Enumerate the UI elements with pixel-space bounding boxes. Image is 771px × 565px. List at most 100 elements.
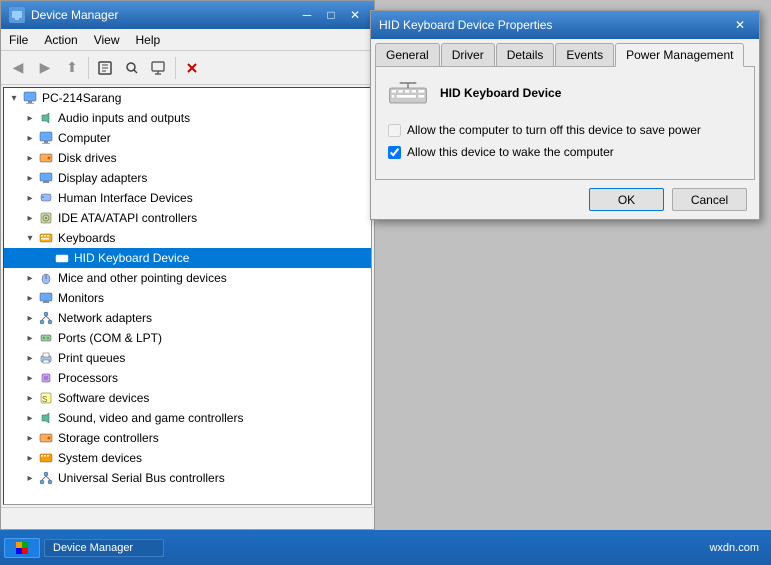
- checkbox-wake-row: Allow this device to wake the computer: [388, 145, 742, 159]
- expand-audio[interactable]: ▸: [22, 110, 38, 126]
- hid-label: Human Interface Devices: [58, 191, 193, 205]
- tree-storage[interactable]: ▸ Storage controllers: [4, 428, 371, 448]
- statusbar: [1, 507, 374, 529]
- expand-ide[interactable]: ▸: [22, 210, 38, 226]
- tab-details[interactable]: Details: [496, 43, 555, 66]
- expand-keyboards[interactable]: ▾: [22, 230, 38, 246]
- tab-events[interactable]: Events: [555, 43, 614, 66]
- checkbox-wake-label: Allow this device to wake the computer: [407, 145, 614, 159]
- tree-keyboards[interactable]: ▾ Keyboards: [4, 228, 371, 248]
- tree-processors[interactable]: ▸ Processors: [4, 368, 371, 388]
- disk-label: Disk drives: [58, 151, 117, 165]
- audio-icon: [38, 110, 54, 126]
- tree-audio[interactable]: ▸ Audio inputs and outputs: [4, 108, 371, 128]
- toolbar-up[interactable]: ⬆: [59, 55, 85, 81]
- tree-computer[interactable]: ▸ Computer: [4, 128, 371, 148]
- tree-ports[interactable]: ▸ Ports (COM & LPT): [4, 328, 371, 348]
- tree-ide[interactable]: ▸ IDE ATA/ATAPI controllers: [4, 208, 371, 228]
- toolbar-sep2: [175, 57, 176, 79]
- expand-computer[interactable]: ▸: [22, 130, 38, 146]
- computer2-icon: [38, 130, 54, 146]
- tree-usb[interactable]: ▸ Universal Serial Bus controllers: [4, 468, 371, 488]
- expand-processors[interactable]: ▸: [22, 370, 38, 386]
- toolbar-back[interactable]: ◀: [5, 55, 31, 81]
- tree-sound[interactable]: ▸ Sound, video and game controllers: [4, 408, 371, 428]
- computer-label: Computer: [58, 131, 111, 145]
- hid-icon: [38, 190, 54, 206]
- dialog-title: HID Keyboard Device Properties: [379, 18, 552, 32]
- menu-action[interactable]: Action: [36, 31, 85, 49]
- tree-hid[interactable]: ▸ Human Interface Devices: [4, 188, 371, 208]
- display-label: Display adapters: [58, 171, 147, 185]
- tree-hid-keyboard[interactable]: ▸ HID Keyboard Device: [4, 248, 371, 268]
- expand-print[interactable]: ▸: [22, 350, 38, 366]
- toolbar-scan[interactable]: [119, 55, 145, 81]
- cancel-button[interactable]: Cancel: [672, 188, 747, 211]
- checkbox-save-power-label: Allow the computer to turn off this devi…: [407, 123, 701, 137]
- tab-power-management[interactable]: Power Management: [615, 43, 744, 67]
- keyboards-label: Keyboards: [58, 231, 115, 245]
- root-label: PC-214Sarang: [42, 91, 121, 105]
- tree-mice[interactable]: ▸ Mice and other pointing devices: [4, 268, 371, 288]
- tab-general[interactable]: General: [375, 43, 440, 66]
- dialog-titlebar: HID Keyboard Device Properties ✕: [371, 11, 759, 39]
- checkbox-wake[interactable]: [388, 146, 401, 159]
- expand-system[interactable]: ▸: [22, 450, 38, 466]
- ok-button[interactable]: OK: [589, 188, 664, 211]
- toolbar-sep1: [88, 57, 89, 79]
- tree-system[interactable]: ▸ System devices: [4, 448, 371, 468]
- menu-view[interactable]: View: [86, 31, 128, 49]
- expand-software[interactable]: ▸: [22, 390, 38, 406]
- expand-storage[interactable]: ▸: [22, 430, 38, 446]
- svg-text:S: S: [42, 395, 47, 404]
- system-label: System devices: [58, 451, 142, 465]
- network-icon: [38, 310, 54, 326]
- expand-disk[interactable]: ▸: [22, 150, 38, 166]
- software-icon: S: [38, 390, 54, 406]
- storage-icon: [38, 430, 54, 446]
- ports-label: Ports (COM & LPT): [58, 331, 162, 345]
- expand-hid[interactable]: ▸: [22, 190, 38, 206]
- toolbar-update[interactable]: [146, 55, 172, 81]
- sound-icon: [38, 410, 54, 426]
- device-header: HID Keyboard Device: [388, 79, 742, 107]
- toolbar-uninstall[interactable]: [179, 55, 205, 81]
- tree-display[interactable]: ▸ Display adapters: [4, 168, 371, 188]
- menubar: File Action View Help: [1, 29, 374, 51]
- expand-monitors[interactable]: ▸: [22, 290, 38, 306]
- minimize-button[interactable]: ─: [296, 6, 318, 24]
- device-manager-titlebar: Device Manager ─ □ ✕: [1, 1, 374, 29]
- close-button[interactable]: ✕: [344, 6, 366, 24]
- tree-software[interactable]: ▸ S Software devices: [4, 388, 371, 408]
- tree-monitors[interactable]: ▸ Monitors: [4, 288, 371, 308]
- mice-icon: [38, 270, 54, 286]
- monitors-icon: [38, 290, 54, 306]
- taskbar-dm[interactable]: Device Manager: [44, 539, 164, 557]
- tab-driver[interactable]: Driver: [441, 43, 495, 66]
- tree-root[interactable]: ▾ PC-214Sarang: [4, 88, 371, 108]
- tree-network[interactable]: ▸ Network adapters: [4, 308, 371, 328]
- toolbar-forward[interactable]: ▶: [32, 55, 58, 81]
- dialog-close-button[interactable]: ✕: [729, 16, 751, 34]
- device-manager-window: Device Manager ─ □ ✕ File Action View He…: [0, 0, 375, 530]
- expand-mice[interactable]: ▸: [22, 270, 38, 286]
- device-tree[interactable]: ▾ PC-214Sarang ▸ Audio inputs and output…: [3, 87, 372, 505]
- toolbar-props[interactable]: [92, 55, 118, 81]
- monitors-label: Monitors: [58, 291, 104, 305]
- expand-root[interactable]: ▾: [6, 90, 22, 106]
- expand-network[interactable]: ▸: [22, 310, 38, 326]
- menu-file[interactable]: File: [1, 31, 36, 49]
- expand-usb[interactable]: ▸: [22, 470, 38, 486]
- expand-display[interactable]: ▸: [22, 170, 38, 186]
- expand-sound[interactable]: ▸: [22, 410, 38, 426]
- expand-ports[interactable]: ▸: [22, 330, 38, 346]
- display-icon: [38, 170, 54, 186]
- checkbox-save-power[interactable]: [388, 124, 401, 137]
- tree-disk[interactable]: ▸ Disk drives: [4, 148, 371, 168]
- tab-content-power: HID Keyboard Device Allow the computer t…: [375, 66, 755, 180]
- mice-label: Mice and other pointing devices: [58, 271, 227, 285]
- tree-print[interactable]: ▸ Print queues: [4, 348, 371, 368]
- maximize-button[interactable]: □: [320, 6, 342, 24]
- start-button[interactable]: [4, 538, 40, 558]
- menu-help[interactable]: Help: [128, 31, 169, 49]
